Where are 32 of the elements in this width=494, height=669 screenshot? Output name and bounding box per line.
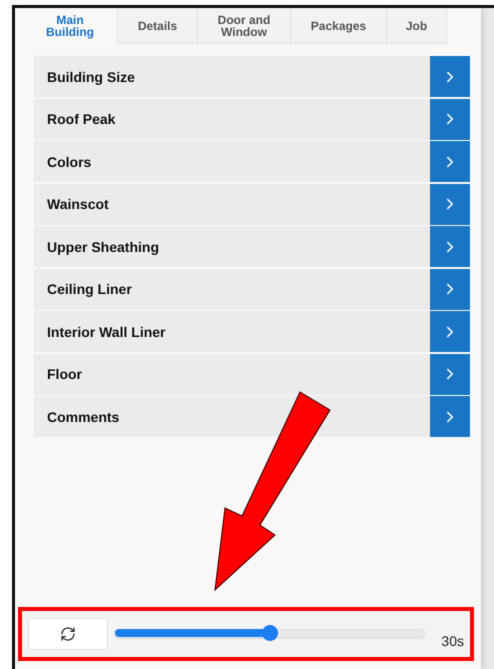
arrow-icon [214, 391, 331, 592]
section-label: Colors [46, 152, 92, 172]
section-label: Floor [46, 365, 83, 384]
open-button[interactable] [430, 354, 470, 394]
section-label: Ceiling Liner [46, 280, 133, 299]
section-label: Upper Sheathing [46, 238, 160, 257]
interval-reading: 30s [441, 633, 464, 649]
section-row[interactable]: Upper Sheathing [34, 226, 470, 267]
open-button[interactable] [430, 268, 470, 310]
section-row[interactable]: Wainscot [34, 184, 470, 224]
slider-thumb[interactable] [262, 625, 278, 641]
open-button[interactable] [430, 184, 470, 224]
section-row[interactable]: Ceiling Liner [34, 268, 470, 310]
section-row[interactable]: Comments [34, 396, 470, 437]
section-label: Wainscot [46, 195, 110, 214]
tab[interactable]: Packages [291, 8, 387, 44]
section-label: Building Size [46, 68, 136, 87]
section-label: Comments [46, 408, 120, 426]
section-label: Roof Peak [46, 110, 116, 129]
section-label: Interior Wall Liner [46, 322, 166, 342]
refresh-icon [60, 626, 76, 642]
tab[interactable]: Job [387, 8, 447, 44]
section-row[interactable]: Interior Wall Liner [34, 311, 470, 352]
section-row[interactable]: Colors [34, 141, 470, 182]
section-row[interactable]: Floor [34, 354, 470, 394]
section-row[interactable]: Roof Peak [34, 98, 470, 140]
open-button[interactable] [430, 98, 470, 140]
tab[interactable]: Main Building [23, 8, 118, 44]
tab[interactable]: Details [118, 8, 198, 44]
refresh-button[interactable] [28, 618, 108, 650]
section-row[interactable]: Building Size [34, 56, 470, 97]
tab[interactable]: Door and Window [198, 8, 291, 44]
